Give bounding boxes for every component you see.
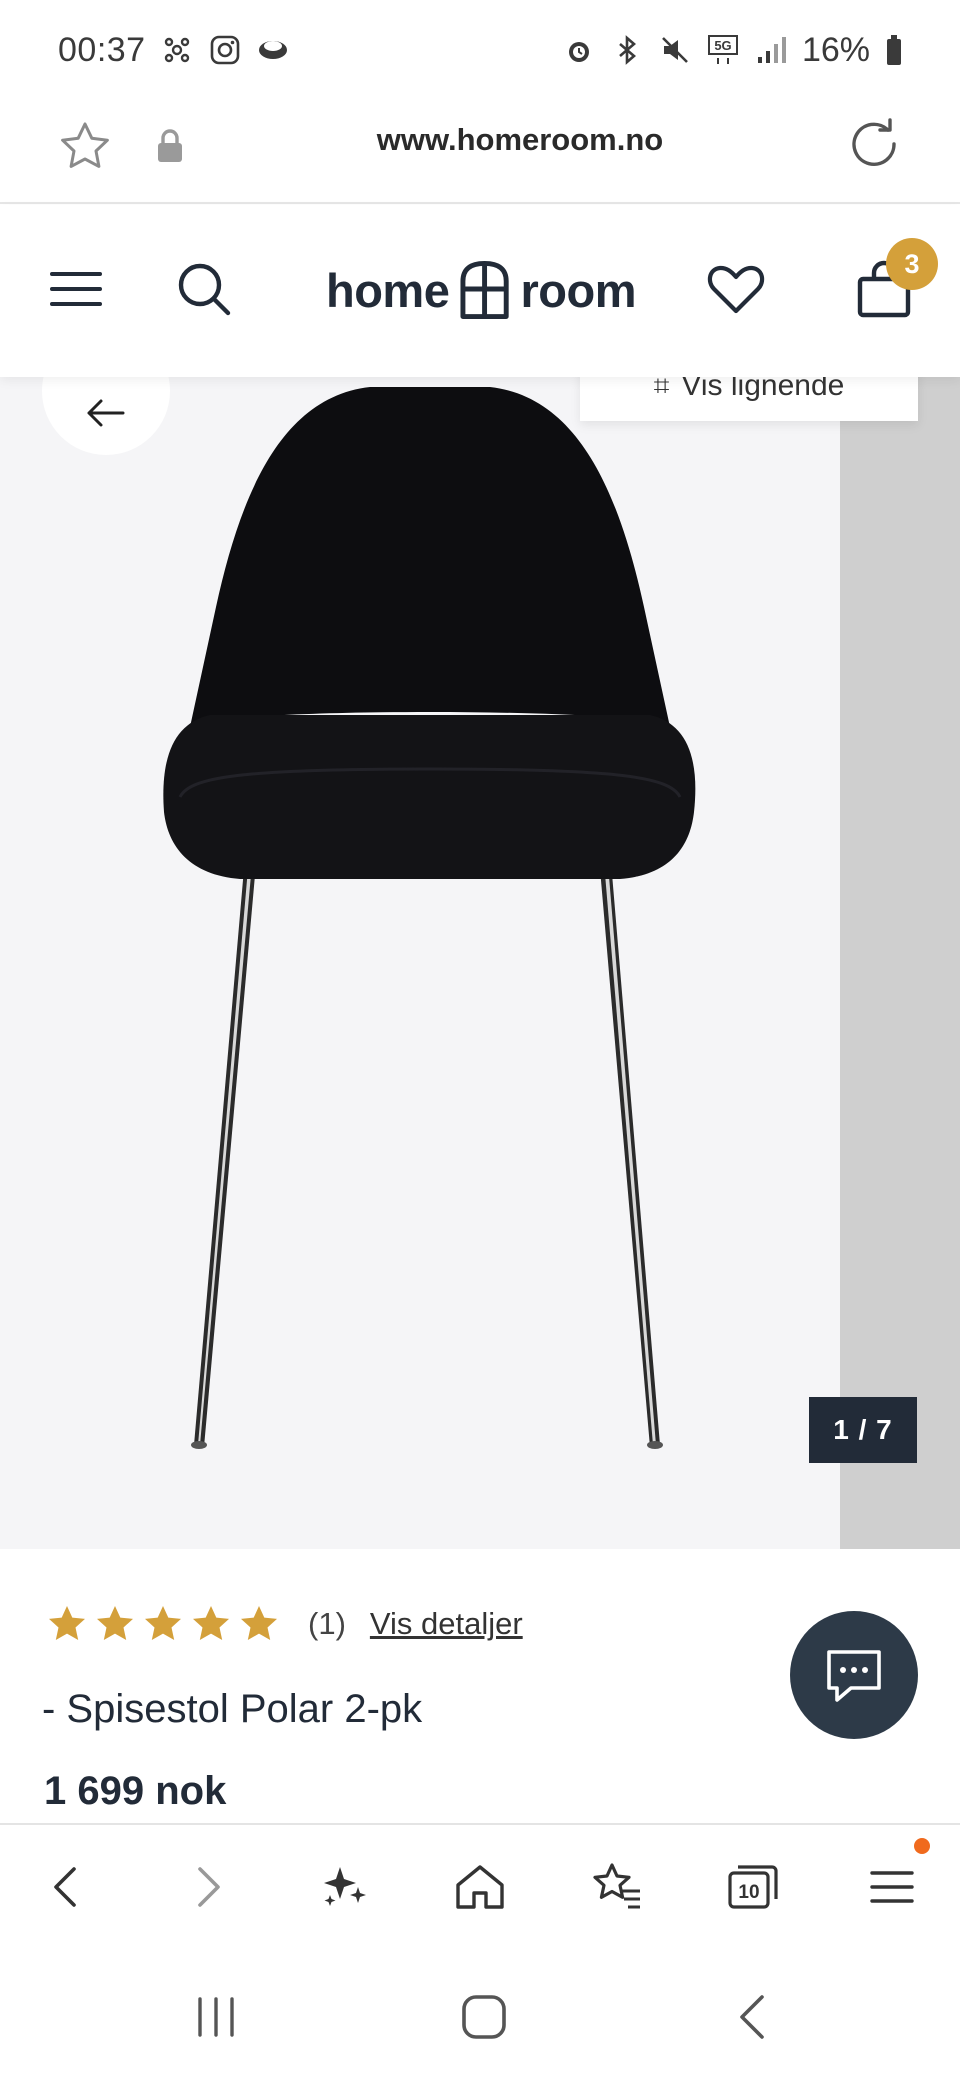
star-icon (97, 1606, 133, 1640)
product-info: (1) Vis detaljer - Spisestol Polar 2-pk … (0, 1549, 960, 1823)
site-header: home room (0, 205, 960, 377)
wishlist-heart-icon[interactable] (704, 257, 768, 321)
url-text[interactable]: www.homeroom.no (300, 122, 740, 158)
next-image-preview[interactable] (840, 377, 960, 1549)
notification-dot (914, 1838, 930, 1854)
sparkle-ai-icon[interactable] (314, 1857, 374, 1917)
tabs-icon[interactable]: 10 (722, 1857, 782, 1917)
mute-icon (658, 33, 692, 67)
hamburger-menu-icon[interactable] (44, 257, 108, 321)
status-time: 00:37 (58, 30, 146, 69)
back-nav-icon[interactable] (726, 1989, 782, 2045)
reload-icon[interactable] (846, 116, 902, 172)
chat-button[interactable] (790, 1611, 918, 1739)
product-title: - Spisestol Polar 2-pk (42, 1687, 423, 1731)
5g-icon: 5G (706, 33, 740, 67)
star-icon (145, 1606, 181, 1640)
bluetooth-icon (610, 33, 644, 67)
image-counter: 1 / 7 (809, 1397, 917, 1463)
rating-row: (1) Vis detaljer (46, 1603, 523, 1645)
browser-forward-icon[interactable] (178, 1857, 238, 1917)
product-image-gallery[interactable]: ⌗ Vis lignende 1 / 7 (0, 377, 960, 1549)
browser-back-icon[interactable] (36, 1857, 96, 1917)
review-count: (1) (308, 1606, 346, 1641)
status-bar: 00:37 5G 16% (0, 0, 960, 100)
homeroom-logo[interactable]: home room (326, 255, 636, 325)
status-right: 5G 16% (562, 31, 904, 70)
bookmarks-icon[interactable] (586, 1857, 646, 1917)
home-icon[interactable] (450, 1857, 510, 1917)
alarm-icon (562, 33, 596, 67)
browser-url-bar: www.homeroom.no (0, 100, 960, 204)
cart-count-badge[interactable]: 3 (886, 238, 938, 290)
signal-icon (754, 33, 788, 67)
view-details-link[interactable]: Vis detaljer (370, 1606, 523, 1642)
search-icon[interactable] (172, 257, 236, 321)
house-logo-icon (460, 260, 510, 320)
browser-toolbar: 10 (0, 1823, 960, 1955)
instagram-icon (208, 33, 242, 67)
logo-text-home: home (326, 263, 450, 317)
battery-icon (884, 33, 904, 67)
home-nav-icon[interactable] (456, 1989, 512, 2045)
network-app-icon (160, 33, 194, 67)
star-icon (193, 1606, 229, 1640)
arrow-left-icon (87, 399, 125, 427)
status-left: 00:37 (58, 31, 290, 70)
product-price: 1 699 nok (44, 1769, 227, 1813)
svg-text:10: 10 (738, 1882, 759, 1903)
browser-menu-icon[interactable] (862, 1857, 922, 1917)
rating-stars (46, 1603, 280, 1645)
star-icon (49, 1606, 85, 1640)
planet-icon (256, 33, 290, 67)
recents-icon[interactable] (188, 1989, 244, 2045)
chair-image (163, 387, 696, 1449)
star-icon (241, 1606, 277, 1640)
svg-text:5G: 5G (714, 38, 731, 53)
battery-label: 16% (801, 30, 870, 69)
chat-bubble-icon (827, 1650, 881, 1702)
lock-icon[interactable] (154, 128, 186, 164)
bookmark-star-icon[interactable] (56, 118, 114, 176)
logo-text-room: room (520, 263, 637, 317)
system-nav-bar (0, 1955, 960, 2080)
